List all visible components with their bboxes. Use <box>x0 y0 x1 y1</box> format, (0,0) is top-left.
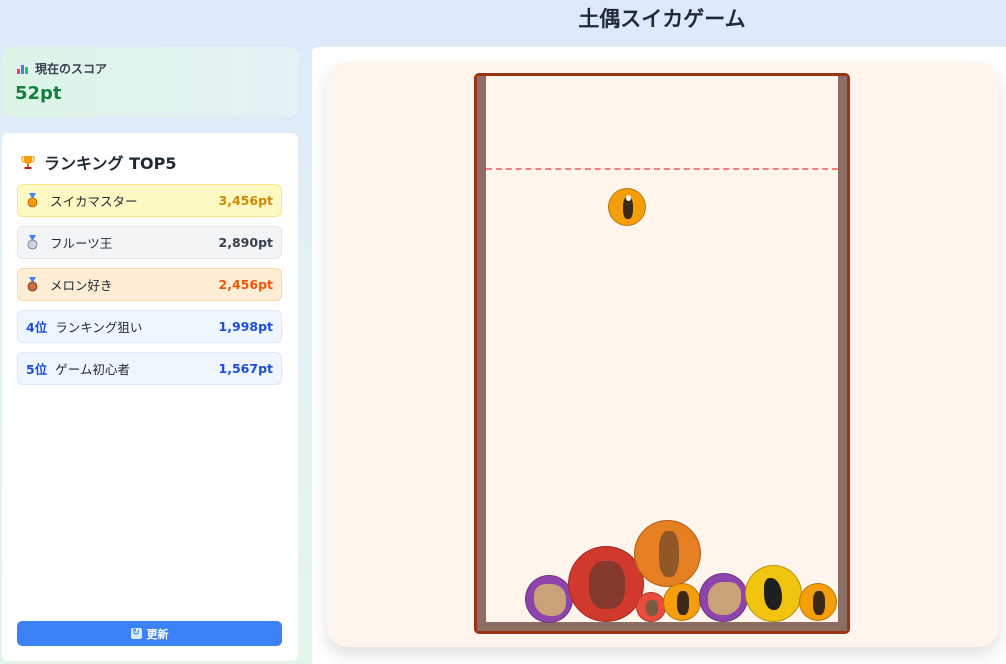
ranking-title: ランキング TOP5 <box>44 154 177 173</box>
ranking-points: 1,998pt <box>218 319 273 334</box>
ranking-row: メロン好き 2,456pt <box>17 268 282 301</box>
piece-yellow <box>745 565 802 622</box>
ranking-position: 5位 <box>26 362 48 377</box>
ranking-row: フルーツ王 2,890pt <box>17 226 282 259</box>
page-title: 土偶スイカゲーム <box>578 7 746 31</box>
left-wall <box>477 76 486 631</box>
piece-orange-small <box>799 583 837 621</box>
piece-purple <box>525 575 573 623</box>
ranking-position: 4位 <box>26 320 48 335</box>
refresh-label: 更新 <box>146 627 169 641</box>
ranking-points: 2,456pt <box>218 277 273 292</box>
ranking-panel: ランキング TOP5 スイカマスター 3,456pt フルーツ王 2,890pt… <box>2 133 298 661</box>
score-value: 52pt <box>15 83 62 104</box>
trophy-icon <box>20 154 36 170</box>
ranking-row: 5位 ゲーム初心者 1,567pt <box>17 352 282 385</box>
score-card: 現在のスコア 52pt <box>2 47 298 117</box>
score-label: 現在のスコア <box>35 62 108 76</box>
ranking-name: フルーツ王 <box>50 236 113 251</box>
ranking-name: ランキング狙い <box>55 320 143 335</box>
silver-medal-icon <box>26 235 39 250</box>
deadline-line <box>486 168 838 170</box>
ranking-points: 2,890pt <box>218 235 273 250</box>
piece-red-small <box>636 592 666 622</box>
piece-purple <box>699 573 748 622</box>
container-floor <box>477 622 847 631</box>
game-container[interactable] <box>474 73 850 634</box>
game-area[interactable] <box>327 62 999 647</box>
chart-icon <box>16 62 30 75</box>
ranking-title-row: ランキング TOP5 <box>20 150 176 174</box>
piece-orange-small <box>663 583 701 621</box>
refresh-button[interactable]: ↻ 更新 <box>17 621 282 646</box>
ranking-points: 3,456pt <box>218 193 273 208</box>
bronze-medal-icon <box>26 277 39 292</box>
score-label-row: 現在のスコア <box>16 60 107 77</box>
ranking-name: ゲーム初心者 <box>55 362 130 377</box>
ranking-name: スイカマスター <box>50 194 138 209</box>
piece-red-large <box>568 546 644 622</box>
gold-medal-icon <box>26 193 39 208</box>
piece-orange-large <box>634 520 701 587</box>
right-wall <box>838 76 847 631</box>
dropping-piece[interactable] <box>608 188 646 226</box>
ranking-row: スイカマスター 3,456pt <box>17 184 282 217</box>
refresh-icon: ↻ <box>130 628 142 639</box>
game-panel <box>312 47 1006 664</box>
ranking-points: 1,567pt <box>218 361 273 376</box>
ranking-name: メロン好き <box>50 278 113 293</box>
ranking-row: 4位 ランキング狙い 1,998pt <box>17 310 282 343</box>
